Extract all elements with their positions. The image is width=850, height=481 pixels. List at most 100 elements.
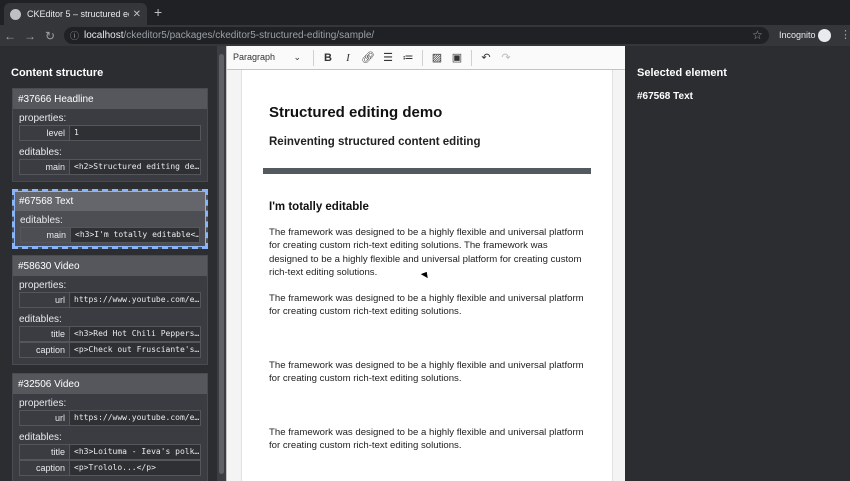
paragraph[interactable]: The framework was designed to be a highl… xyxy=(269,359,585,386)
structure-card[interactable]: #32506 Video properties: url https://www.… xyxy=(12,373,208,481)
properties-table: url https://www.youtube.com/e… xyxy=(13,292,207,308)
card-header: #58630 Video xyxy=(13,256,207,276)
editable-page[interactable]: Structured editing demo Reinventing stru… xyxy=(241,70,613,481)
properties-table: level 1 xyxy=(13,125,207,141)
content-structure-panel: Content structure #37666 Headline proper… xyxy=(0,46,218,481)
numbered-list-icon[interactable]: ≔ xyxy=(398,51,418,64)
back-icon[interactable]: ← xyxy=(0,29,20,43)
undo-icon[interactable]: ↶ xyxy=(476,51,496,64)
editable-value: <h3>Red Hot Chili Peppers… xyxy=(70,327,200,341)
globe-icon xyxy=(10,8,21,20)
card-header: #32506 Video xyxy=(13,374,207,394)
editable-value: <p>Check out Frusciante's… xyxy=(70,343,200,357)
prop-key: url xyxy=(20,293,70,307)
prop-key: level xyxy=(20,126,70,140)
new-tab-button[interactable]: + xyxy=(154,4,162,20)
table-row: title <h3>Red Hot Chili Peppers… xyxy=(19,326,201,342)
browser-tab[interactable]: CKEditor 5 – structured editing ✕ xyxy=(4,3,147,25)
tab-bar: CKEditor 5 – structured editing ✕ + xyxy=(0,0,850,25)
editable-key: caption xyxy=(20,343,70,357)
bookmark-star-icon[interactable]: ☆ xyxy=(752,28,763,42)
document-title[interactable]: Structured editing demo xyxy=(269,104,442,121)
address-toolbar: ← → ↻ ⓘ localhost/ckeditor5/packages/cke… xyxy=(0,25,850,46)
link-icon[interactable]: 🔗︎ xyxy=(358,51,378,64)
editable-value: <p>Trololo...</p> xyxy=(70,461,200,475)
structure-card[interactable]: #37666 Headline properties: level 1 edita… xyxy=(12,88,208,182)
table-row: main <h2>Structured editing de… xyxy=(19,159,201,175)
editables-label: editables: xyxy=(19,314,62,325)
editable-value: <h2>Structured editing de… xyxy=(70,160,200,174)
heading-dropdown[interactable]: Paragraph ⌄ xyxy=(233,52,309,63)
editables-table: title <h3>Red Hot Chili Peppers… caption <… xyxy=(13,326,207,358)
toolbar-separator xyxy=(471,49,472,66)
editor: Paragraph ⌄ B I 🔗︎ ☰ ≔ ▨ ▣ ↶ ↷ Structure… xyxy=(226,46,626,481)
toolbar-separator xyxy=(422,49,423,66)
browser-menu-icon[interactable]: ⋮ xyxy=(840,28,850,41)
editable-key: main xyxy=(21,228,71,242)
url-host: localhost xyxy=(84,30,124,41)
scrollbar-thumb[interactable] xyxy=(219,54,224,474)
bulleted-list-icon[interactable]: ☰ xyxy=(378,51,398,64)
panel-title: Content structure xyxy=(11,67,104,79)
editor-toolbar: Paragraph ⌄ B I 🔗︎ ☰ ≔ ▨ ▣ ↶ ↷ xyxy=(227,46,625,70)
table-row: title <h3>Loituma - Ieva's polk… xyxy=(19,444,201,460)
url-path: /ckeditor5/packages/ckeditor5-structured… xyxy=(123,30,375,41)
prop-value: 1 xyxy=(70,126,200,140)
prop-key: url xyxy=(20,411,70,425)
close-tab-icon[interactable]: ✕ xyxy=(133,9,141,20)
editables-label: editables: xyxy=(19,147,62,158)
insert-image-icon[interactable]: ▨ xyxy=(427,51,447,64)
properties-label: properties: xyxy=(19,113,67,124)
table-row: url https://www.youtube.com/e… xyxy=(19,410,201,426)
url-bar[interactable]: ⓘ localhost/ckeditor5/packages/ckeditor5… xyxy=(64,27,769,44)
italic-button[interactable]: I xyxy=(338,52,358,64)
insert-media-icon[interactable]: ▣ xyxy=(447,51,467,64)
toolbar-separator xyxy=(313,49,314,66)
selected-element-id: #67568 Text xyxy=(637,91,693,102)
bold-button[interactable]: B xyxy=(318,52,338,64)
editable-key: caption xyxy=(20,461,70,475)
table-row: url https://www.youtube.com/e… xyxy=(19,292,201,308)
chevron-down-icon: ⌄ xyxy=(293,52,301,62)
editable-value: <h3>I'm totally editable<… xyxy=(71,228,199,242)
editable-key: main xyxy=(20,160,70,174)
card-header: #67568 Text xyxy=(14,191,206,211)
editables-label: editables: xyxy=(20,215,63,226)
table-row: main <h3>I'm totally editable<… xyxy=(20,227,200,243)
prop-value: https://www.youtube.com/e… xyxy=(70,411,200,425)
forward-icon[interactable]: → xyxy=(20,29,40,43)
left-scrollbar[interactable] xyxy=(217,46,226,481)
properties-label: properties: xyxy=(19,280,67,291)
panel-title: Selected element xyxy=(637,67,727,79)
horizontal-rule xyxy=(263,168,591,174)
editable-key: title xyxy=(20,327,70,341)
table-row: level 1 xyxy=(19,125,201,141)
editables-label: editables: xyxy=(19,432,62,443)
editables-table: title <h3>Loituma - Ieva's polk… caption <… xyxy=(13,444,207,476)
table-row: caption <p>Check out Frusciante's… xyxy=(19,342,201,358)
incognito-icon[interactable] xyxy=(818,29,831,42)
structure-card[interactable]: #58630 Video properties: url https://www.… xyxy=(12,255,208,365)
section-heading[interactable]: I'm totally editable xyxy=(269,201,369,213)
selected-element-panel: Selected element #67568 Text xyxy=(625,46,850,481)
url-text: localhost/ckeditor5/packages/ckeditor5-s… xyxy=(84,30,374,41)
editables-table: main <h2>Structured editing de… xyxy=(13,159,207,175)
tab-title: CKEditor 5 – structured editing xyxy=(27,9,129,19)
paragraph[interactable]: The framework was designed to be a highl… xyxy=(269,426,585,453)
editable-value: <h3>Loituma - Ieva's polk… xyxy=(70,445,200,459)
document-area: Structured editing demo Reinventing stru… xyxy=(227,70,626,481)
structure-card-selected[interactable]: #67568 Text editables: main <h3>I'm total… xyxy=(12,189,208,249)
info-icon[interactable]: ⓘ xyxy=(70,29,79,42)
card-header: #37666 Headline xyxy=(13,89,207,109)
properties-label: properties: xyxy=(19,398,67,409)
paragraph[interactable]: The framework was designed to be a highl… xyxy=(269,292,585,319)
document-subtitle[interactable]: Reinventing structured content editing xyxy=(269,136,480,148)
properties-table: url https://www.youtube.com/e… xyxy=(13,410,207,426)
redo-icon[interactable]: ↷ xyxy=(496,51,516,64)
prop-value: https://www.youtube.com/e… xyxy=(70,293,200,307)
editable-key: title xyxy=(20,445,70,459)
reload-icon[interactable]: ↻ xyxy=(40,29,60,43)
heading-dropdown-value: Paragraph xyxy=(233,52,276,62)
editables-table: main <h3>I'm totally editable<… xyxy=(14,227,206,243)
incognito-label: Incognito xyxy=(779,30,816,40)
